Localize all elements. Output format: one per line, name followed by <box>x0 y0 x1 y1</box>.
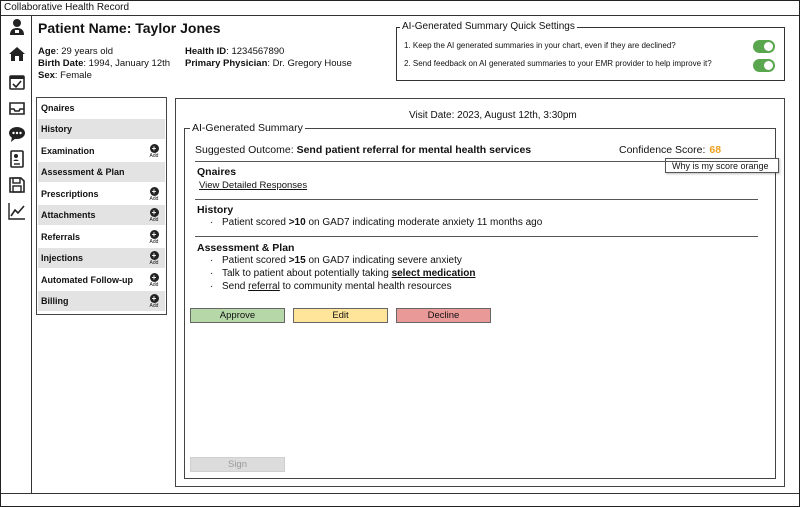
plus-icon: + <box>149 144 159 153</box>
history-heading: History <box>197 204 234 216</box>
add-billing-button[interactable]: + Add <box>149 294 159 309</box>
birth-date-label: Birth Date <box>38 58 84 69</box>
age-label: Age <box>38 46 56 57</box>
chart-sections-list: Qnaires History Examination + Add Assessm… <box>36 97 167 315</box>
contact-card-icon[interactable] <box>8 150 26 168</box>
plan-bullet: · Send referral to community mental healt… <box>210 281 452 292</box>
section-label: Assessment & Plan <box>41 167 125 177</box>
sign-button[interactable]: Sign <box>190 457 285 472</box>
plan-bullet: · Patient scored >15 on GAD7 indicating s… <box>210 255 462 266</box>
section-label: Qnaires <box>41 103 75 113</box>
nav-rail <box>1 16 32 493</box>
quick-setting-1-toggle[interactable] <box>753 40 775 53</box>
chat-icon[interactable] <box>8 125 26 143</box>
section-assessment-plan[interactable]: Assessment & Plan <box>38 162 165 182</box>
doctor-profile-icon[interactable] <box>8 18 26 36</box>
section-qnaires[interactable]: Qnaires <box>38 98 165 118</box>
section-attachments[interactable]: Attachments + Add <box>38 205 165 225</box>
select-medication-link[interactable]: select medication <box>392 268 476 279</box>
confidence-score: Confidence Score: 68 <box>619 144 721 156</box>
section-label: Examination <box>41 146 95 156</box>
sex-label: Sex <box>38 70 55 81</box>
add-injection-button[interactable]: + Add <box>149 251 159 266</box>
suggested-outcome-value: Send patient referral for mental health … <box>296 144 532 156</box>
section-label: Billing <box>41 296 69 306</box>
section-label: Attachments <box>41 210 96 220</box>
divider <box>195 199 758 200</box>
quick-settings-panel <box>396 27 785 81</box>
section-injections[interactable]: Injections + Add <box>38 248 165 268</box>
section-examination[interactable]: Examination + Add <box>38 141 165 161</box>
ai-summary-title: AI-Generated Summary <box>190 122 305 134</box>
patient-name-heading: Patient Name: Taylor Jones <box>38 20 221 36</box>
add-attachment-button[interactable]: + Add <box>149 208 159 223</box>
qnaires-heading: Qnaires <box>197 166 237 178</box>
plus-icon: + <box>149 251 159 260</box>
suggested-outcome-label: Suggested Outcome: <box>195 144 297 156</box>
visit-date: Visit Date: 2023, August 12th, 3:30pm <box>409 110 577 121</box>
age-value: : 29 years old <box>55 46 113 57</box>
add-prescription-button[interactable]: + Add <box>149 187 159 202</box>
approve-button[interactable]: Approve <box>190 308 285 323</box>
assessment-plan-heading: Assessment & Plan <box>197 242 295 254</box>
sex-value: : Female <box>54 70 92 81</box>
patient-name-label: Patient Name: <box>38 20 132 36</box>
add-follow-up-button[interactable]: + Add <box>149 273 159 288</box>
add-referral-button[interactable]: + Add <box>149 230 159 245</box>
view-detailed-responses-link[interactable]: View Detailed Responses <box>199 180 307 191</box>
decline-button[interactable]: Decline <box>396 308 491 323</box>
suggested-outcome: Suggested Outcome: Send patient referral… <box>195 144 531 156</box>
quick-setting-1-text: 1. Keep the AI generated summaries in yo… <box>404 41 676 50</box>
confidence-label: Confidence Score: <box>619 144 706 156</box>
physician-label: Primary Physician <box>185 58 268 69</box>
confidence-score-value[interactable]: 68 <box>709 144 721 156</box>
section-label: Automated Follow-up <box>41 275 133 285</box>
footer-divider <box>1 493 799 494</box>
plus-icon: + <box>149 294 159 303</box>
save-icon[interactable] <box>8 176 26 194</box>
physician-value: : Dr. Gregory House <box>267 58 352 69</box>
patient-demographics: Age: 29 years old Birth Date: 1994, Janu… <box>38 46 170 82</box>
birth-date-value: : 1994, January 12th <box>83 58 171 69</box>
section-label: History <box>41 124 73 134</box>
section-referrals[interactable]: Referrals + Add <box>38 227 165 247</box>
history-bullet: · Patient scored >10 on GAD7 indicating m… <box>210 217 543 228</box>
divider <box>195 236 758 237</box>
section-label: Injections <box>41 253 84 263</box>
add-examination-button[interactable]: + Add <box>149 144 159 159</box>
quick-setting-2-text: 2. Send feedback on AI generated summari… <box>404 59 712 68</box>
section-label: Prescriptions <box>41 189 99 199</box>
quick-settings-title: AI-Generated Summary Quick Settings <box>400 21 577 32</box>
plus-icon: + <box>149 230 159 239</box>
plan-bullet: · Talk to patient about potentially takin… <box>210 268 476 279</box>
section-automated-follow-up[interactable]: Automated Follow-up + Add <box>38 270 165 290</box>
analytics-icon[interactable] <box>8 202 26 220</box>
divider <box>195 161 758 162</box>
health-id-value: : 1234567890 <box>226 46 285 57</box>
section-label: Referrals <box>41 232 81 242</box>
calendar-check-icon[interactable] <box>8 73 26 91</box>
app-title: Collaborative Health Record <box>1 1 799 16</box>
plus-icon: + <box>149 273 159 282</box>
plus-icon: + <box>149 187 159 196</box>
home-icon[interactable] <box>8 45 26 63</box>
section-billing[interactable]: Billing + Add <box>38 291 165 311</box>
section-history[interactable]: History <box>38 119 165 139</box>
referral-link[interactable]: referral <box>248 281 280 292</box>
patient-ids: Health ID: 1234567890 Primary Physician:… <box>185 46 352 70</box>
quick-setting-2-toggle[interactable] <box>753 59 775 72</box>
health-id-label: Health ID <box>185 46 227 57</box>
inbox-icon[interactable] <box>8 99 26 117</box>
section-prescriptions[interactable]: Prescriptions + Add <box>38 184 165 204</box>
plus-icon: + <box>149 208 159 217</box>
edit-button[interactable]: Edit <box>293 308 388 323</box>
patient-name: Taylor Jones <box>135 20 221 36</box>
